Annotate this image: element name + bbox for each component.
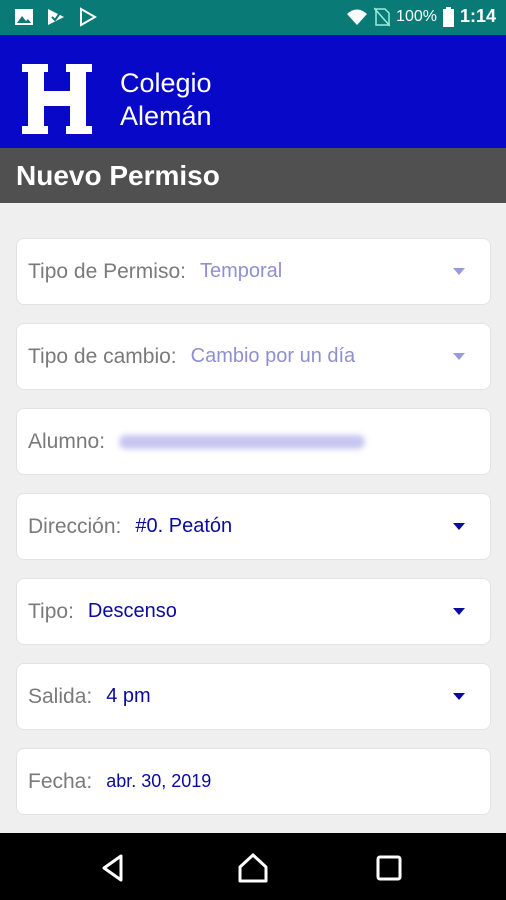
page-title: Nuevo Permiso: [16, 160, 220, 191]
image-icon: [15, 9, 33, 25]
tipo-cambio-label: Tipo de cambio:: [28, 344, 177, 368]
tipo-label: Tipo:: [28, 599, 74, 623]
wifi-icon: [347, 9, 368, 25]
salida-value: 4 pm: [106, 685, 151, 707]
system-nav-bar: [0, 833, 506, 900]
check-icon: [48, 9, 64, 25]
tipo-cambio-select[interactable]: Tipo de cambio: Cambio por un día: [16, 323, 491, 390]
permit-form: Tipo de Permiso: Temporal Tipo de cambio…: [16, 238, 491, 833]
play-store-icon: [80, 7, 98, 27]
direccion-value: #0. Peatón: [135, 515, 233, 537]
salida-label: Salida:: [28, 684, 93, 708]
salida-select[interactable]: Salida: 4 pm: [16, 663, 491, 730]
no-sim-icon: [374, 7, 391, 26]
home-icon[interactable]: [236, 851, 270, 885]
tipo-value: Descenso: [87, 600, 177, 622]
tipo-permiso-select[interactable]: Tipo de Permiso: Temporal: [16, 238, 491, 305]
dropdown-arrow-icon: [453, 523, 465, 530]
tipo-select[interactable]: Tipo: Descenso: [16, 578, 491, 645]
direccion-select[interactable]: Dirección: #0. Peatón: [16, 493, 491, 560]
school-name-line2: Alemán: [120, 101, 212, 131]
title-bar: Nuevo Permiso: [0, 148, 506, 203]
school-name-line1: Colegio: [120, 68, 212, 98]
alumno-label: Alumno:: [28, 429, 106, 453]
direccion-label: Dirección:: [28, 514, 122, 538]
alumno-field[interactable]: Alumno:: [16, 408, 491, 475]
back-icon[interactable]: [96, 851, 130, 885]
school-name: Colegio Alemán: [120, 67, 212, 133]
school-logo: [22, 64, 92, 134]
tipo-permiso-value: Temporal: [199, 260, 283, 282]
clock: 1:14: [459, 6, 496, 26]
tipo-permiso-label: Tipo de Permiso:: [28, 259, 186, 283]
dropdown-arrow-icon: [453, 608, 465, 615]
tipo-cambio-value: Cambio por un día: [190, 345, 356, 367]
app-header: Colegio Alemán: [0, 35, 506, 148]
fecha-label: Fecha:: [28, 769, 93, 793]
student-name-redacted: [119, 434, 366, 449]
dropdown-arrow-icon: [453, 693, 465, 700]
fecha-field[interactable]: Fecha: abr. 30, 2019: [16, 748, 491, 815]
battery-percent: 100%: [396, 7, 437, 25]
fecha-value: abr. 30, 2019: [106, 771, 212, 791]
recents-icon[interactable]: [372, 851, 406, 885]
status-bar: 100% 1:14: [0, 0, 506, 35]
dropdown-arrow-icon: [453, 268, 465, 275]
dropdown-arrow-icon: [453, 353, 465, 360]
battery-icon: [442, 6, 454, 27]
